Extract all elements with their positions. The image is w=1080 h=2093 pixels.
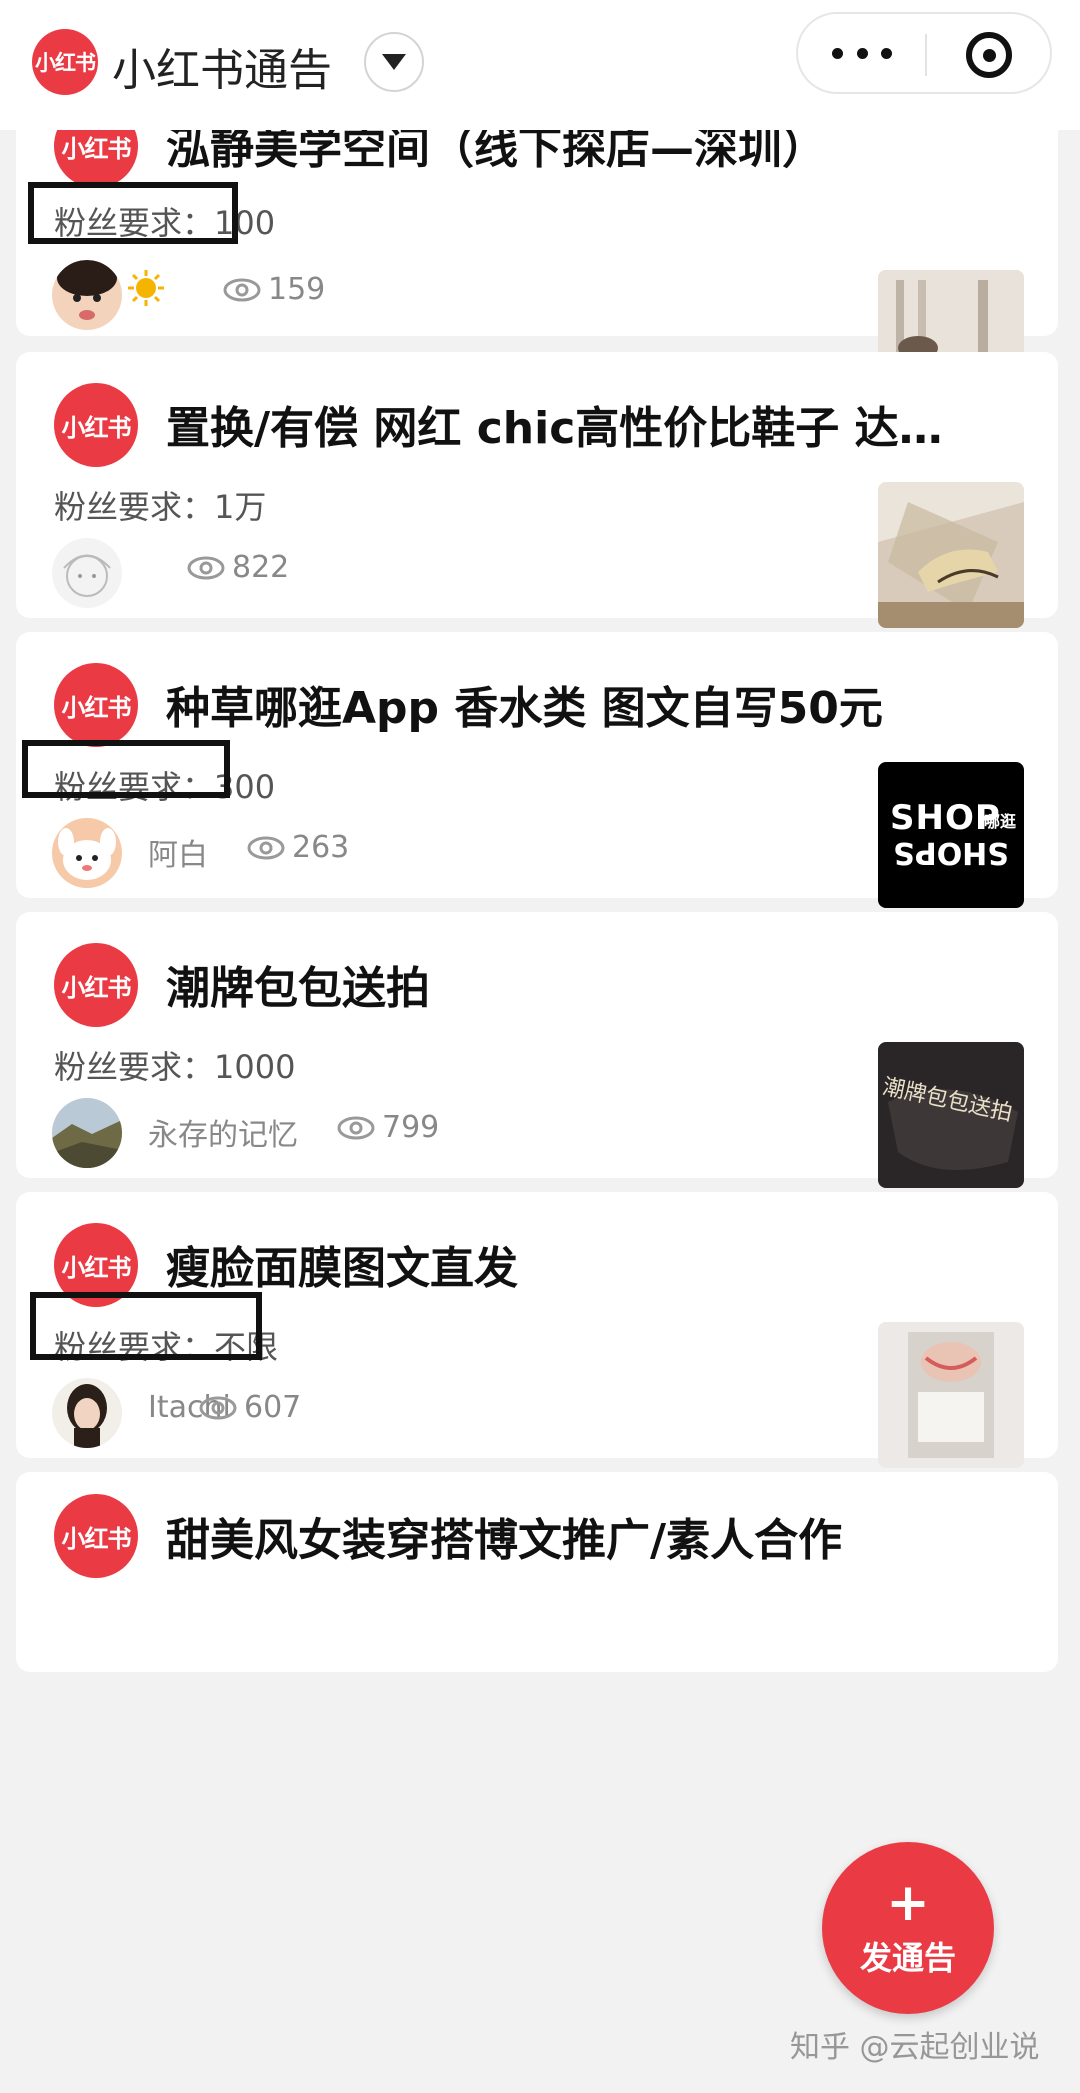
notice-title: 甜美风女装穿搭博文推广/素人合作 (166, 1515, 843, 1566)
view-count-value: 607 (244, 1390, 302, 1425)
notice-title: 置换/有偿 网红 chic高性价比鞋子 达… (166, 403, 943, 454)
notice-thumbnail (878, 482, 1024, 628)
highlight-box (30, 1292, 262, 1360)
close-miniprogram-button[interactable] (966, 32, 1012, 78)
avatar (52, 260, 122, 330)
post-notice-label: 发通告 (859, 1939, 956, 1977)
triangle-down-icon (382, 54, 406, 70)
post-notice-button[interactable]: + 发通告 (822, 1842, 994, 2014)
notice-thumbnail (878, 1322, 1024, 1468)
brand-logo: 小红书 (54, 663, 138, 747)
target-icon (982, 48, 996, 62)
author-name: 阿白 (148, 838, 208, 873)
author-name: 永存的记忆 (148, 1118, 298, 1153)
view-count: 822 (186, 550, 289, 585)
follower-requirement: 粉丝要求：1万 (54, 488, 267, 526)
notice-card[interactable]: 小红书 种草哪逛App 香水类 图文自写50元 粉丝要求：300 阿白 263 … (16, 632, 1058, 908)
sun-emoji-icon (126, 268, 166, 308)
view-count-value: 263 (292, 830, 350, 865)
top-navigation-bar: 小红书 小红书通告 (0, 0, 1080, 130)
notice-thumbnail: SHOP 哪逛 SHOPS (878, 762, 1024, 908)
notice-title: 瘦脸面膜图文直发 (166, 1243, 518, 1294)
notice-title: 潮牌包包送拍 (166, 963, 430, 1014)
eye-icon (223, 278, 261, 301)
capsule-divider (925, 34, 927, 76)
notice-card[interactable]: 小红书 甜美风女装穿搭博文推广/素人合作 (16, 1472, 1058, 1672)
brand-logo: 小红书 (54, 943, 138, 1027)
dot-icon (881, 47, 892, 59)
eye-icon (199, 1396, 237, 1419)
notice-title: 种草哪逛App 香水类 图文自写50元 (166, 683, 883, 734)
thumbnail-text: 哪逛 (984, 812, 1017, 831)
notice-card[interactable]: 小红书 潮牌包包送拍 粉丝要求：1000 永存的记忆 799 潮牌包包送拍 (16, 912, 1058, 1188)
notice-card[interactable]: 小红书 置换/有偿 网红 chic高性价比鞋子 达… 粉丝要求：1万 822 (16, 352, 1058, 628)
title-dropdown-button[interactable] (364, 32, 424, 92)
view-count: 159 (222, 272, 325, 307)
view-count: 607 (198, 1390, 301, 1425)
notice-thumbnail: 潮牌包包送拍 (878, 1042, 1024, 1188)
eye-icon (247, 836, 285, 859)
eye-icon (187, 556, 225, 579)
view-count-value: 799 (382, 1110, 440, 1145)
dot-icon (832, 47, 843, 59)
notice-card[interactable]: 小红书 瘦脸面膜图文直发 粉丝要求：不限 Itachi 607 (16, 1192, 1058, 1468)
avatar (52, 1378, 122, 1448)
watermark: 知乎 @云起创业说 (790, 2030, 1040, 2065)
thumbnail-flipped-text: SHOPS (893, 835, 1009, 870)
eye-icon (337, 1116, 375, 1139)
view-count: 263 (246, 830, 349, 865)
avatar (52, 818, 122, 888)
avatar (52, 1098, 122, 1168)
follower-requirement: 粉丝要求：1000 (54, 1048, 296, 1086)
view-count-value: 159 (268, 272, 326, 307)
avatar (52, 538, 122, 608)
highlight-box (28, 182, 238, 244)
view-count-value: 822 (232, 550, 290, 585)
more-options-button[interactable] (832, 38, 892, 68)
dot-icon (856, 47, 868, 59)
page-title: 小红书通告 (112, 45, 332, 96)
plus-icon: + (886, 1873, 930, 1933)
app-logo: 小红书 (32, 29, 98, 95)
miniprogram-capsule (796, 12, 1052, 94)
brand-logo: 小红书 (54, 383, 138, 467)
highlight-box (22, 740, 230, 798)
view-count: 799 (336, 1110, 439, 1145)
brand-logo: 小红书 (54, 1494, 138, 1578)
